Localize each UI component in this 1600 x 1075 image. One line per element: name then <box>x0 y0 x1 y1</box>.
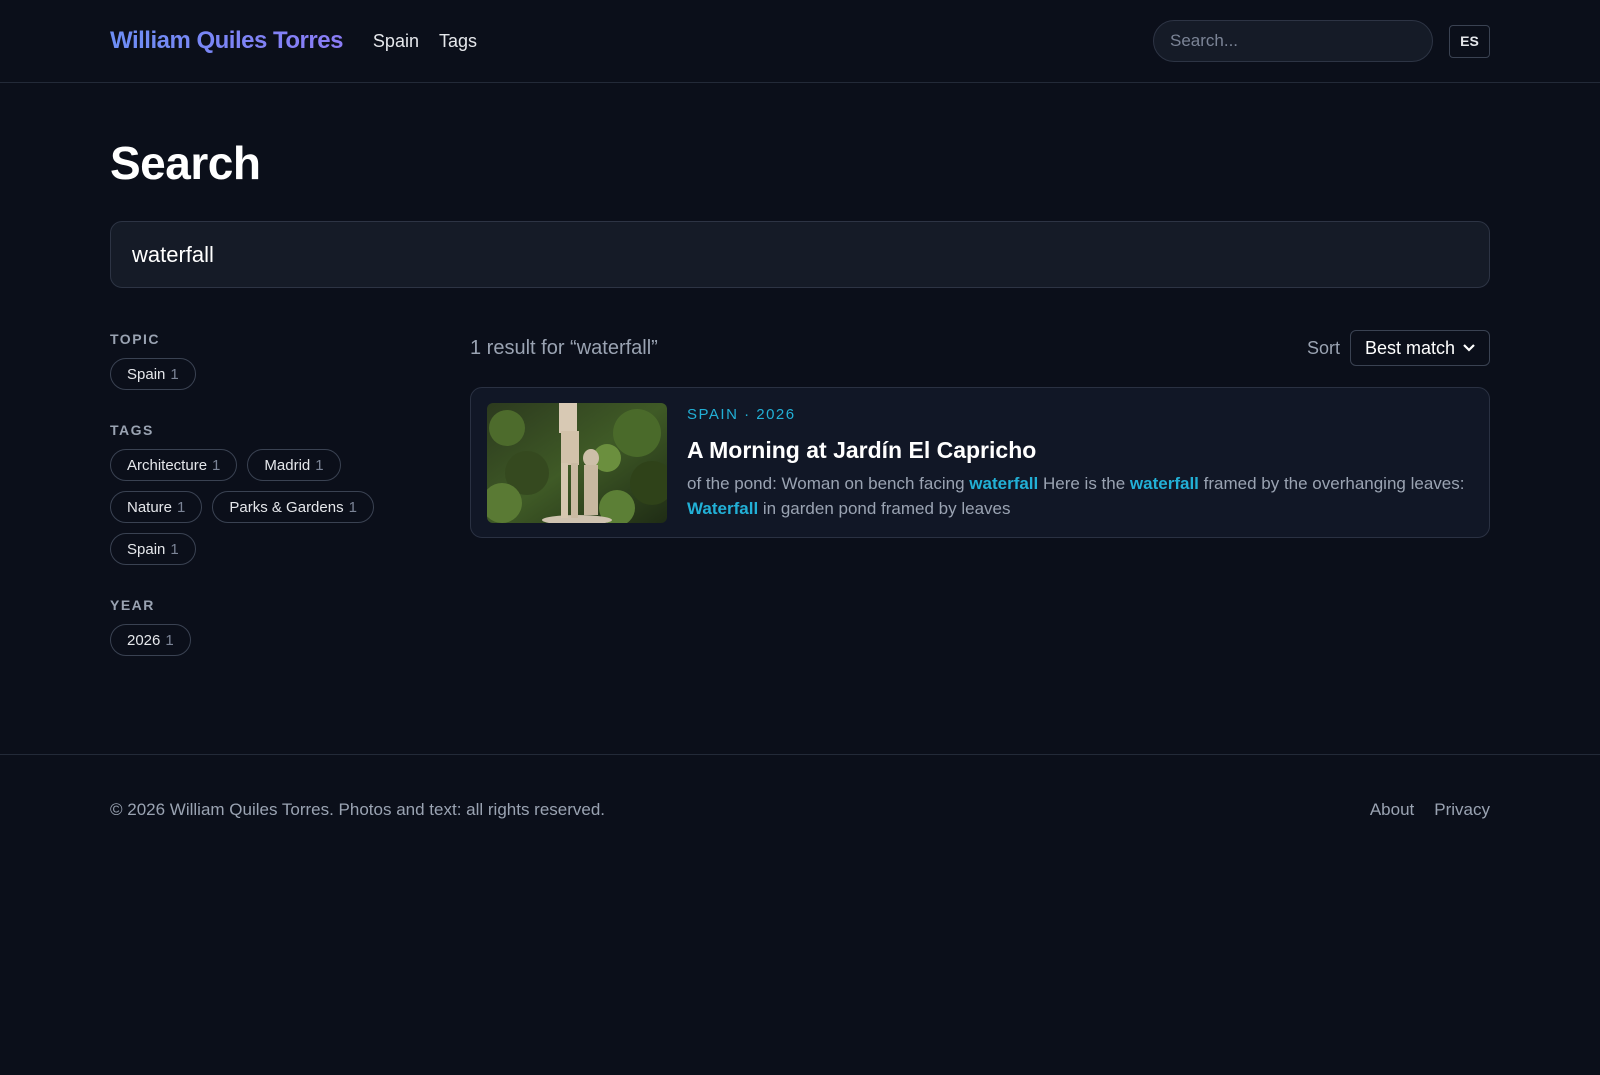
nav-link-spain[interactable]: Spain <box>373 31 419 52</box>
main-content: Search TOPIC Spain 1 TAGS Architecture 1 <box>0 133 1600 687</box>
brand-logo[interactable]: William Quiles Torres <box>110 27 343 55</box>
chevron-down-icon <box>1463 341 1475 355</box>
chip-label: Spain <box>127 540 166 558</box>
filter-chip-topic-spain[interactable]: Spain 1 <box>110 358 196 390</box>
footer-link-privacy[interactable]: Privacy <box>1434 800 1490 820</box>
chip-label: Parks & Gardens <box>229 498 344 516</box>
result-count: 1 result for “waterfall” <box>470 336 658 359</box>
filter-heading-year: YEAR <box>110 597 155 613</box>
result-body: SPAIN · 2026 A Morning at Jardín El Capr… <box>687 403 1473 522</box>
filter-chip-tag-spain[interactable]: Spain 1 <box>110 533 196 565</box>
site-footer: © 2026 William Quiles Torres. Photos and… <box>0 754 1600 864</box>
tag-chips: Architecture 1 Madrid 1 Nature 1 Parks &… <box>110 449 400 565</box>
chip-count: 1 <box>212 456 221 474</box>
filter-group-topic: TOPIC Spain 1 <box>110 330 470 390</box>
header-search-input[interactable] <box>1153 20 1433 62</box>
result-title[interactable]: A Morning at Jardín El Capricho <box>687 435 1473 465</box>
chip-count: 1 <box>348 498 357 516</box>
sort-label: Sort <box>1306 337 1340 358</box>
filter-group-year: YEAR 2026 1 <box>110 596 470 656</box>
sort-select[interactable]: Best match <box>1350 330 1490 366</box>
snippet-text: Here is the <box>1038 474 1130 493</box>
footer-links: About Privacy <box>1370 800 1490 820</box>
filter-chip-tag-madrid[interactable]: Madrid 1 <box>247 449 341 481</box>
filter-chip-year-2026[interactable]: 2026 1 <box>110 624 191 656</box>
sort-selected-value: Best match <box>1365 337 1456 358</box>
filter-heading-topic: TOPIC <box>110 331 161 347</box>
snippet-text: in garden pond framed by leaves <box>758 499 1011 518</box>
page-title: Search <box>110 137 261 189</box>
footer-link-about[interactable]: About <box>1370 800 1414 820</box>
nav-link-tags[interactable]: Tags <box>439 31 477 52</box>
result-meta: SPAIN · 2026 <box>687 406 796 423</box>
chip-count: 1 <box>170 365 179 383</box>
search-layout: TOPIC Spain 1 TAGS Architecture 1 Madrid… <box>110 330 1490 687</box>
chip-label: 2026 <box>127 631 161 649</box>
result-snippet: of the pond: Woman on bench facing water… <box>687 471 1473 521</box>
snippet-highlight: waterfall <box>969 474 1039 493</box>
snippet-highlight: Waterfall <box>687 499 759 518</box>
snippet-text: framed by the overhanging leaves: <box>1198 474 1465 493</box>
filters-sidebar: TOPIC Spain 1 TAGS Architecture 1 Madrid… <box>110 330 470 687</box>
chip-count: 1 <box>165 631 174 649</box>
result-thumbnail[interactable] <box>487 403 667 523</box>
language-toggle-button[interactable]: ES <box>1449 24 1490 58</box>
result-card[interactable]: SPAIN · 2026 A Morning at Jardín El Capr… <box>470 387 1490 538</box>
main-nav: Spain Tags <box>373 31 477 52</box>
filter-chip-tag-parks-gardens[interactable]: Parks & Gardens 1 <box>212 491 374 523</box>
snippet-highlight: waterfall <box>1129 474 1199 493</box>
filter-chip-tag-nature[interactable]: Nature 1 <box>110 491 203 523</box>
snippet-text: of the pond: Woman on bench facing <box>687 474 970 493</box>
sort-control: Sort Best match <box>1307 330 1490 366</box>
year-chips: 2026 1 <box>110 624 470 656</box>
chip-count: 1 <box>170 540 179 558</box>
filter-heading-tags: TAGS <box>110 422 154 438</box>
site-header: William Quiles Torres Spain Tags ES <box>0 0 1600 83</box>
topic-chips: Spain 1 <box>110 358 470 390</box>
results-toolbar: 1 result for “waterfall” Sort Best match <box>470 330 1490 366</box>
copyright-text: © 2026 William Quiles Torres. Photos and… <box>110 799 606 819</box>
header-actions: ES <box>1153 20 1490 62</box>
filter-group-tags: TAGS Architecture 1 Madrid 1 Nature 1 Pa… <box>110 421 470 565</box>
chip-label: Madrid <box>264 456 311 474</box>
search-query-input[interactable] <box>110 221 1490 288</box>
chip-count: 1 <box>315 456 324 474</box>
chip-label: Spain <box>127 365 166 383</box>
chip-label: Nature <box>127 498 173 516</box>
results-panel: 1 result for “waterfall” Sort Best match <box>470 330 1490 687</box>
chip-label: Architecture <box>127 456 208 474</box>
filter-chip-tag-architecture[interactable]: Architecture 1 <box>110 449 238 481</box>
chip-count: 1 <box>177 498 186 516</box>
